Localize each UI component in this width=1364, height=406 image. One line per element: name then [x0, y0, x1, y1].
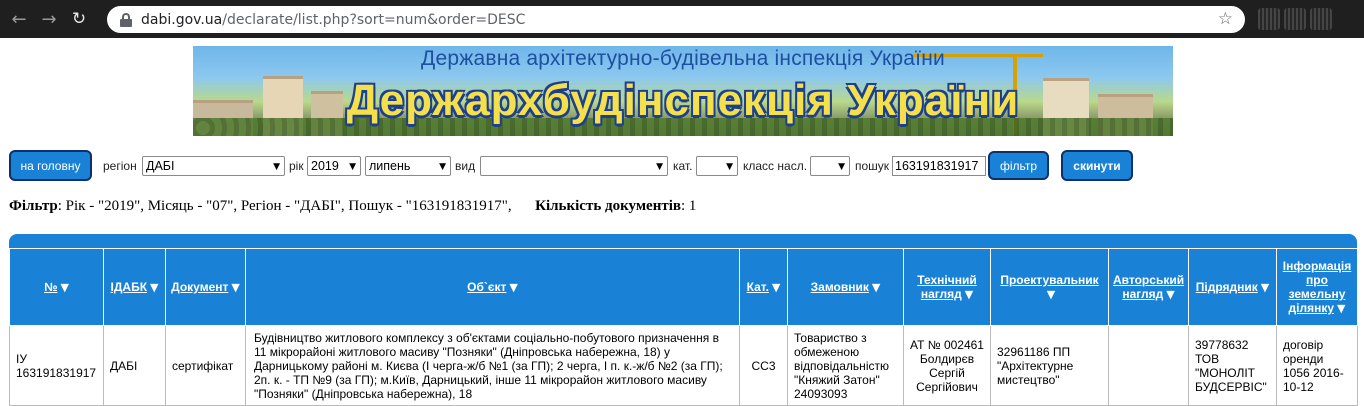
chevron-down-icon: ▼ — [838, 162, 845, 172]
results-table: № ▼ ІДАБК ▼ Документ ▼ Об`єкт ▼ Кат. ▼ Замовн… — [9, 248, 1358, 406]
filter-summary: Фільтр: Рік - "2019", Місяць - "07", Рег… — [9, 198, 696, 215]
sort-down-icon[interactable]: ▼ — [509, 281, 517, 294]
filter-button[interactable]: фільтр — [988, 151, 1049, 180]
column-header-contractor[interactable]: Підрядник ▼ — [1188, 248, 1277, 326]
sort-down-icon[interactable]: ▼ — [872, 281, 880, 294]
sort-down-icon[interactable]: ▼ — [1047, 288, 1055, 301]
document-count-value: : 1 — [680, 198, 697, 214]
banner-title: Держархбудінспекція України — [346, 76, 1020, 125]
search-input[interactable]: 163191831917 — [892, 156, 986, 176]
cell-designer: 32961186 ПП "Архітектурне мистецтво" — [990, 325, 1109, 406]
filter-summary-text: : Рік - "2019", Місяць - "07", Регіон - … — [57, 198, 512, 214]
month-select[interactable]: липень ▼ — [365, 156, 451, 176]
sort-down-icon[interactable]: ▼ — [965, 288, 973, 301]
search-label: пошук — [855, 159, 890, 173]
column-header-customer[interactable]: Замовник ▼ — [787, 248, 904, 326]
chevron-down-icon: ▼ — [656, 162, 663, 172]
category-select[interactable]: ▼ — [696, 156, 738, 176]
cell-idabk: ДАБІ — [103, 325, 166, 406]
sort-down-icon[interactable]: ▼ — [1261, 281, 1269, 294]
column-header-document[interactable]: Документ ▼ — [165, 248, 246, 326]
reload-icon[interactable]: ↻ — [66, 6, 92, 32]
type-select[interactable]: ▼ — [480, 156, 668, 176]
sort-down-icon[interactable]: ▼ — [1337, 302, 1345, 315]
column-header-designer[interactable]: Проектувальник▼ — [990, 248, 1109, 326]
sort-down-icon[interactable]: ▼ — [772, 281, 780, 294]
chevron-down-icon: ▼ — [349, 162, 356, 172]
results-table-container: № ▼ ІДАБК ▼ Документ ▼ Об`єкт ▼ Кат. ▼ Замовн… — [9, 234, 1358, 406]
category-label: кат. — [673, 159, 693, 173]
cell-contractor: 39778632 ТОВ "МОНОЛІТ БУДСЕРВІС" — [1188, 325, 1277, 406]
cell-document: сертифікат — [165, 325, 246, 406]
chevron-down-icon: ▼ — [726, 162, 733, 172]
sort-down-icon[interactable]: ▼ — [1166, 288, 1174, 301]
cell-customer: Товариство з обмеженою відповідальністю … — [787, 325, 904, 406]
cell-object: Будівництво житлового комплексу з об'єкт… — [245, 325, 740, 406]
cell-category: СС3 — [739, 325, 788, 406]
cell-land-info: договір оренди 1056 2016-10-12 — [1276, 325, 1358, 406]
extension-icons[interactable] — [1258, 8, 1358, 30]
reset-button[interactable]: скинути — [1061, 150, 1133, 181]
forward-icon[interactable]: → — [36, 6, 62, 32]
document-count-label: Кількість документів — [535, 198, 681, 214]
column-header-num[interactable]: № ▼ — [9, 248, 104, 326]
sort-down-icon[interactable]: ▼ — [150, 281, 158, 294]
star-icon[interactable]: ☆ — [1218, 9, 1233, 29]
region-label: регіон — [103, 159, 137, 173]
column-header-object[interactable]: Об`єкт ▼ — [245, 248, 740, 326]
type-label: вид — [455, 159, 476, 173]
chevron-down-icon: ▼ — [273, 162, 280, 172]
filter-bar: на головну регіон ДАБІ ▼ рік 2019 ▼ липень… — [9, 150, 1355, 182]
region-select[interactable]: ДАБІ ▼ — [142, 156, 285, 176]
banner-subtitle: Державна архітектурно-будівельна інспекц… — [421, 47, 945, 70]
cell-num: ІУ 163191831917 — [9, 325, 104, 406]
column-header-author-supervision[interactable]: Авторський нагляд ▼ — [1108, 248, 1189, 326]
lock-icon[interactable] — [119, 12, 133, 27]
filter-summary-label: Фільтр — [9, 198, 58, 214]
table-row: ІУ 163191831917 ДАБІ сертифікат Будівниц… — [9, 325, 1358, 406]
column-header-land-info[interactable]: Інформація про земельну ділянку ▼ — [1276, 248, 1358, 326]
column-header-tech-supervision[interactable]: Технічний нагляд ▼ — [903, 248, 991, 326]
sort-down-icon[interactable]: ▼ — [60, 281, 68, 294]
sort-down-icon[interactable]: ▼ — [231, 281, 239, 294]
url-text[interactable]: dabi.gov.ua/declarate/list.php?sort=num&… — [141, 12, 525, 28]
cell-author-supervision — [1108, 325, 1189, 406]
browser-toolbar: ← → ↻ dabi.gov.ua/declarate/list.php?sor… — [0, 0, 1364, 38]
year-label: рік — [289, 159, 304, 173]
column-header-category[interactable]: Кат. ▼ — [739, 248, 788, 326]
cell-tech-supervision: АТ № 002461 Болдирєв Сергій Сергійович — [903, 325, 991, 406]
table-header-row: № ▼ ІДАБК ▼ Документ ▼ Об`єкт ▼ Кат. ▼ Замовн… — [9, 248, 1358, 326]
back-icon[interactable]: ← — [6, 6, 32, 32]
chevron-down-icon: ▼ — [439, 162, 446, 172]
year-select[interactable]: 2019 ▼ — [307, 156, 361, 176]
address-bar[interactable]: dabi.gov.ua/declarate/list.php?sort=num&… — [107, 6, 1245, 33]
class-label: класс насл. — [743, 159, 808, 173]
class-select[interactable]: ▼ — [810, 156, 850, 176]
home-button[interactable]: на головну — [9, 150, 92, 181]
column-header-idabk[interactable]: ІДАБК ▼ — [103, 248, 166, 326]
site-banner: Державна архітектурно-будівельна інспекц… — [193, 46, 1173, 136]
